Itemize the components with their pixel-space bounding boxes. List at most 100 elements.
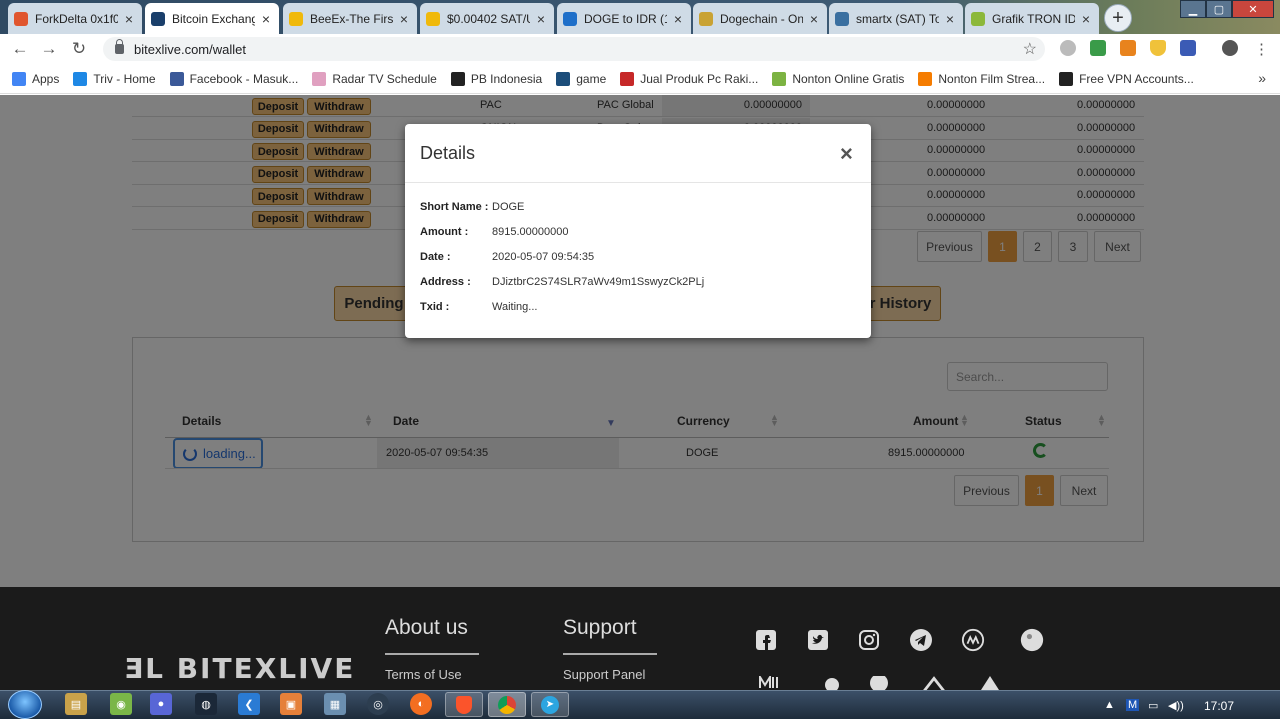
twitter-icon[interactable]	[806, 628, 830, 652]
maximize-button[interactable]: ▢	[1206, 0, 1232, 18]
tab-label: Bitcoin Exchang	[172, 11, 255, 26]
app-settings-icon[interactable]: ▦	[324, 693, 346, 715]
discord-icon[interactable]: ●	[150, 693, 172, 715]
terms-of-use-link[interactable]: Terms of Use	[385, 667, 462, 682]
browser-tab[interactable]: $0.00402 SAT/U ×	[420, 3, 554, 34]
network-icon[interactable]: ▭	[1148, 699, 1158, 712]
extension-globe-icon[interactable]	[1090, 40, 1106, 56]
bookmarks-more-button[interactable]: »	[1258, 70, 1266, 86]
modal-field-value: DOGE	[492, 201, 525, 213]
brave-icon	[456, 695, 472, 714]
tab-label: ForkDelta 0x1f0	[35, 11, 118, 26]
bookmark-item[interactable]: Nonton Online Gratis	[772, 71, 904, 86]
bookmark-item[interactable]: Radar TV Schedule	[312, 71, 437, 86]
browser-tab[interactable]: BeeEx-The First ×	[283, 3, 417, 34]
telegram-taskbar-button[interactable]: ➤	[531, 692, 569, 717]
extension-shield-icon[interactable]	[1060, 40, 1076, 56]
tray-m-icon[interactable]: M	[1126, 699, 1140, 711]
triangle-icon[interactable]	[978, 676, 1002, 690]
bookmark-label: Apps	[32, 71, 60, 86]
tab-close-icon[interactable]: ×	[259, 11, 273, 27]
reload-icon[interactable]: ↻	[68, 38, 90, 60]
back-arrow-icon[interactable]: ←	[9, 38, 31, 60]
tab-close-icon[interactable]: ×	[397, 11, 411, 27]
vscode-icon[interactable]: ❮	[238, 693, 260, 715]
bookmark-label: Free VPN Accounts...	[1079, 71, 1194, 86]
tray-expand-icon[interactable]: ▲	[1104, 699, 1115, 711]
modal-field-label: Txid :	[420, 301, 450, 313]
browser-tab[interactable]: Bitcoin Exchang ×	[145, 3, 279, 34]
bookmark-label: Jual Produk Pc Raki...	[640, 71, 759, 86]
menu-dots-icon[interactable]: ⋮	[1254, 40, 1269, 58]
taskbar-clock[interactable]: 17:07	[1204, 699, 1234, 713]
address-bar[interactable]: bitexlive.com/wallet ☆	[103, 37, 1045, 61]
new-tab-button[interactable]: +	[1104, 4, 1132, 32]
explorer-icon[interactable]: ▤	[65, 693, 87, 715]
bookmark-item[interactable]: Facebook - Masuk...	[169, 71, 299, 86]
tab-favicon-icon	[563, 11, 577, 26]
lock-icon	[115, 39, 124, 54]
extension-blue-icon[interactable]	[1180, 40, 1196, 56]
telegram-icon[interactable]	[909, 628, 933, 652]
chrome-taskbar-button[interactable]	[488, 692, 526, 717]
tab-close-icon[interactable]: ×	[534, 11, 548, 27]
instagram-icon[interactable]	[857, 628, 881, 652]
browser-tab[interactable]: Dogechain - On ×	[693, 3, 827, 34]
bookmark-item[interactable]: Free VPN Accounts...	[1059, 71, 1194, 86]
app-dark-icon[interactable]: ◎	[367, 693, 389, 715]
bookmark-icon	[169, 71, 184, 86]
browser-tab[interactable]: smartx (SAT) To ×	[829, 3, 963, 34]
medium-icon[interactable]	[757, 676, 781, 690]
tab-favicon-icon	[835, 11, 849, 26]
forward-arrow-icon[interactable]: →	[38, 38, 60, 60]
footer-about-heading: About us	[385, 616, 468, 639]
profile-avatar-icon[interactable]	[1222, 40, 1238, 56]
window-close-button[interactable]: ✕	[1232, 0, 1274, 18]
bitcointalk-icon[interactable]	[922, 676, 946, 690]
bookmark-label: Facebook - Masuk...	[189, 71, 299, 86]
coinmarketcap-icon[interactable]	[961, 628, 985, 652]
volume-icon[interactable]: ◀))	[1168, 699, 1184, 712]
bookmark-item[interactable]: Triv - Home	[73, 71, 156, 86]
app-orange-icon[interactable]: ▣	[280, 693, 302, 715]
bitexlive-logo[interactable]: ƎL BITEXLIVE	[124, 652, 355, 685]
tab-close-icon[interactable]: ×	[1079, 11, 1093, 27]
url-text: bitexlive.com/wallet	[134, 41, 246, 57]
coingecko-icon[interactable]	[1020, 628, 1044, 652]
bookmark-icon	[772, 71, 787, 86]
bookmark-item[interactable]: game	[556, 71, 606, 86]
metamask-fox-icon[interactable]	[1120, 40, 1136, 56]
browser-tab[interactable]: Grafik TRON ID ×	[965, 3, 1099, 34]
bookmark-item[interactable]: Apps	[12, 71, 60, 86]
extension-shield-yellow-icon[interactable]	[1150, 40, 1166, 56]
reddit-icon[interactable]	[820, 676, 844, 690]
bookmark-star-icon[interactable]: ☆	[1023, 39, 1037, 59]
tab-favicon-icon	[971, 11, 985, 26]
tab-close-icon[interactable]: ×	[943, 11, 957, 27]
minimize-button[interactable]: ▁	[1180, 0, 1206, 18]
modal-field-label: Amount :	[420, 226, 469, 238]
start-button[interactable]	[8, 690, 42, 719]
bookmark-label: Radar TV Schedule	[332, 71, 437, 86]
windows-taskbar	[0, 690, 1280, 719]
browser-tab[interactable]: ForkDelta 0x1f0 ×	[8, 3, 142, 34]
tab-close-icon[interactable]: ×	[671, 11, 685, 27]
github-icon[interactable]	[867, 676, 891, 690]
bookmark-item[interactable]: Nonton Film Strea...	[918, 71, 1045, 86]
tab-close-icon[interactable]: ×	[807, 11, 821, 27]
android-icon[interactable]: ◉	[110, 693, 132, 715]
facebook-icon[interactable]	[754, 628, 778, 652]
bookmark-item[interactable]: Jual Produk Pc Raki...	[620, 71, 759, 86]
tab-label: BeeEx-The First	[310, 11, 393, 26]
steam-icon[interactable]: ◍	[195, 693, 217, 715]
modal-field-label: Date :	[420, 251, 451, 263]
support-panel-link[interactable]: Support Panel	[563, 667, 645, 682]
close-icon[interactable]: ×	[840, 141, 853, 167]
bookmark-label: PB Indonesia	[470, 71, 543, 86]
bookmark-icon	[918, 71, 933, 86]
firefox-icon[interactable]: ◐	[410, 693, 432, 715]
bookmark-item[interactable]: PB Indonesia	[450, 71, 543, 86]
tab-close-icon[interactable]: ×	[122, 11, 136, 27]
brave-taskbar-button[interactable]	[445, 692, 483, 717]
browser-tab[interactable]: DOGE to IDR (1 ×	[557, 3, 691, 34]
